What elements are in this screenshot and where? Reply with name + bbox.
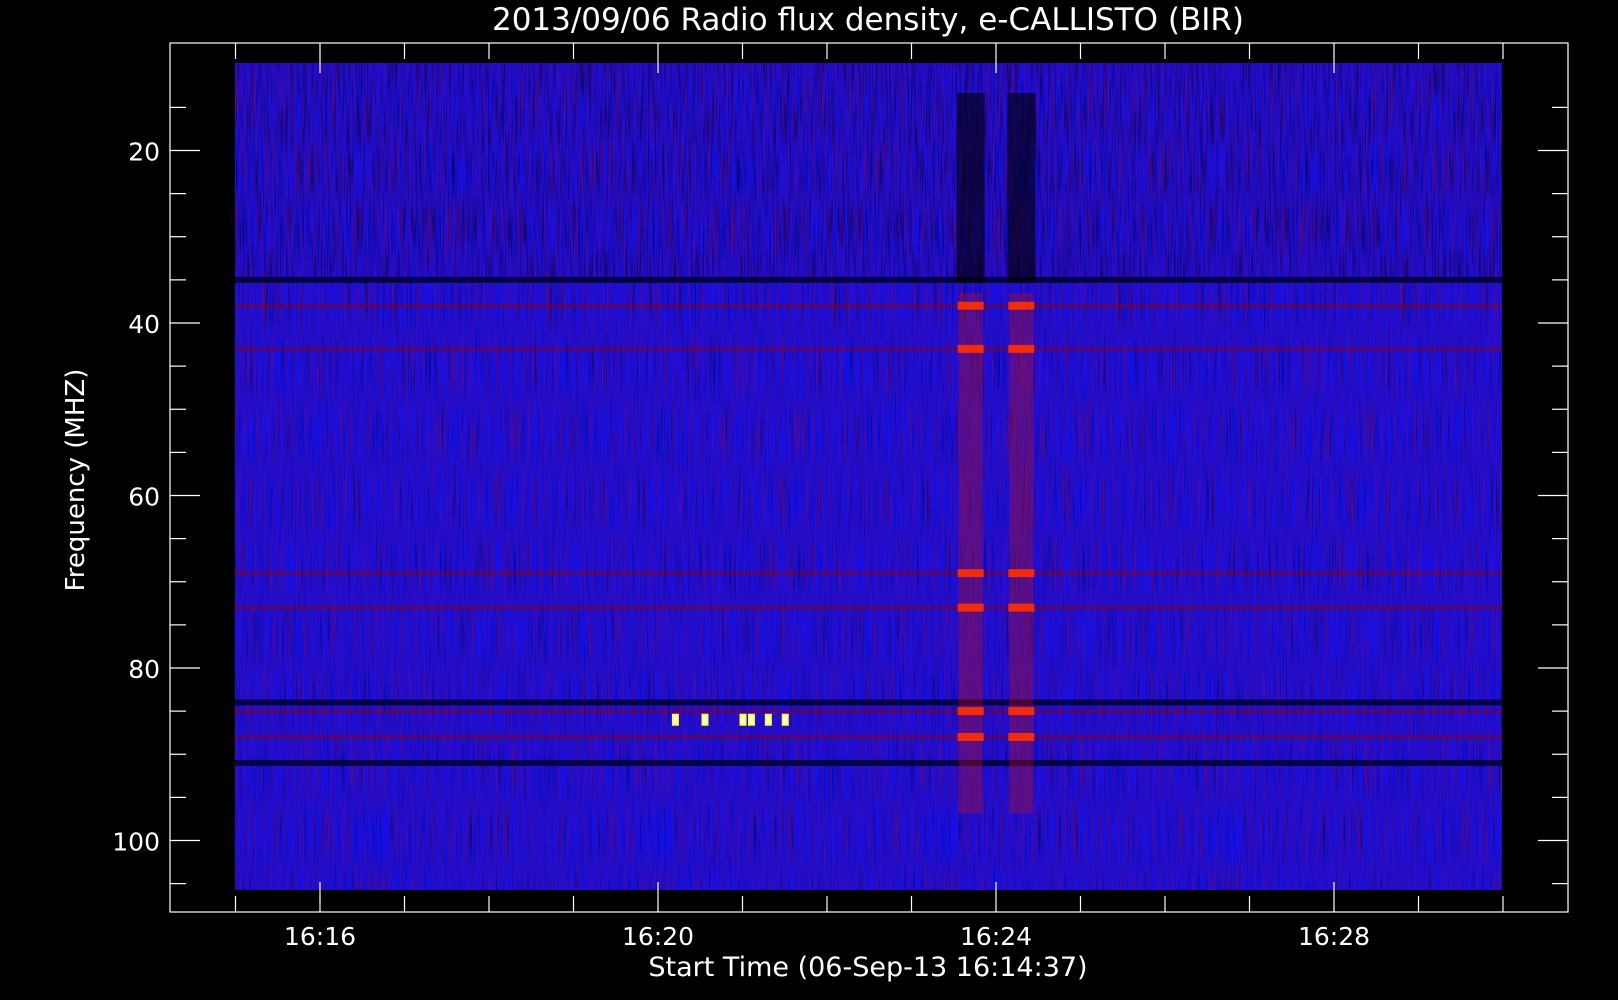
burst-hotspot bbox=[1008, 707, 1035, 716]
x-axis-label: Start Time (06-Sep-13 16:14:37) bbox=[648, 952, 1087, 983]
chart-title: 2013/09/06 Radio flux density, e-CALLIST… bbox=[492, 2, 1244, 38]
y-tick-label: 80 bbox=[128, 655, 160, 684]
burst-hotspot bbox=[1008, 733, 1035, 741]
y-tick-label: 20 bbox=[128, 138, 160, 167]
burst-hotspot bbox=[957, 707, 984, 716]
burst-hotspot bbox=[957, 733, 984, 741]
burst-hotspot bbox=[1008, 603, 1035, 612]
red-band bbox=[235, 605, 1502, 610]
spectrogram-chart: 20 40 60 80 100 16:16 16:20 16:24 16:28 2013/09/… bbox=[61, 2, 1569, 983]
burst-hotspot bbox=[957, 301, 984, 310]
bright-spike-core bbox=[766, 715, 770, 724]
y-axis-label: Frequency (MHZ) bbox=[61, 369, 91, 592]
red-band bbox=[235, 571, 1502, 576]
spectrogram-heatmap bbox=[235, 63, 1502, 890]
red-band bbox=[235, 346, 1502, 351]
burst-hotspot bbox=[957, 603, 984, 612]
dark-band bbox=[235, 759, 1502, 766]
bright-spike-core bbox=[703, 715, 707, 724]
x-tick-label: 16:16 bbox=[284, 922, 356, 951]
dark-band bbox=[235, 276, 1502, 283]
red-band bbox=[235, 303, 1502, 308]
burst-hotspot bbox=[957, 344, 984, 353]
red-band bbox=[235, 735, 1502, 739]
bright-spike-core bbox=[673, 715, 677, 724]
y-tick-label: 100 bbox=[112, 828, 160, 857]
bright-spike-core bbox=[749, 715, 753, 724]
burst-dark-column bbox=[1007, 93, 1036, 283]
x-tick-label: 16:20 bbox=[622, 922, 694, 951]
y-tick-label: 60 bbox=[128, 483, 160, 512]
x-tick-label: 16:28 bbox=[1298, 922, 1370, 951]
burst-hotspot bbox=[1008, 344, 1035, 353]
bright-spike-core bbox=[741, 715, 745, 724]
burst-hotspot bbox=[1008, 569, 1035, 578]
red-band bbox=[235, 709, 1502, 714]
y-tick-label: 40 bbox=[128, 310, 160, 339]
burst-hotspot bbox=[1008, 301, 1035, 310]
dark-band bbox=[235, 699, 1502, 706]
heatmap-noise bbox=[235, 63, 1502, 890]
burst-dark-column bbox=[956, 93, 985, 283]
burst-hotspot bbox=[957, 569, 984, 578]
bright-spike-core bbox=[783, 715, 787, 724]
x-tick-label: 16:24 bbox=[960, 922, 1032, 951]
